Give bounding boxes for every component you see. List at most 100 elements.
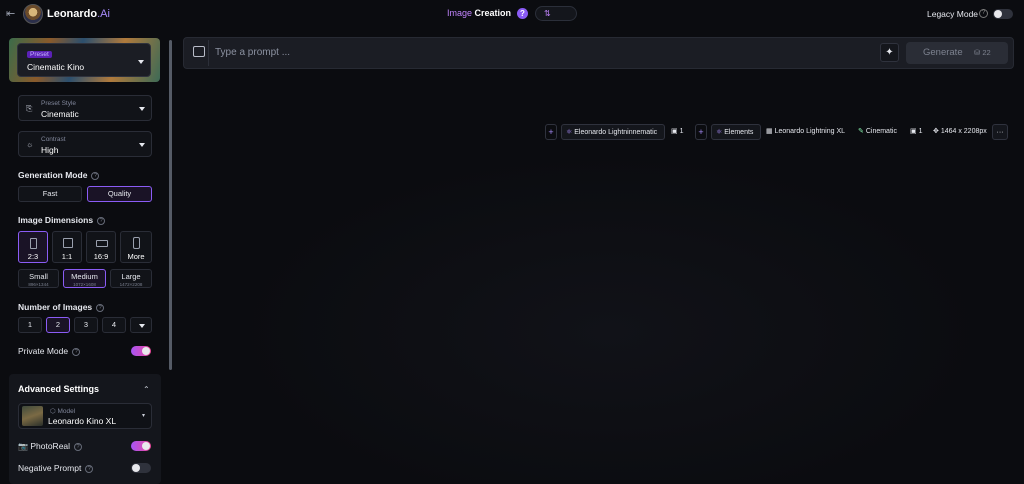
legacy-mode-toggle[interactable] (993, 9, 1013, 19)
model-name-label: Leonardo Lightning XL (774, 128, 846, 135)
ratio-2-3-button[interactable]: 2:3 (18, 231, 48, 263)
mode-quality-button[interactable]: Quality (87, 186, 152, 202)
model-value: Leonardo Kino XL (48, 416, 117, 426)
style-chip-label: Cinematic (865, 128, 897, 135)
image-upload-icon[interactable] (193, 46, 205, 57)
legacy-help-icon[interactable]: ? (979, 9, 988, 18)
negative-prompt-toggle[interactable] (131, 463, 151, 473)
private-mode-label: Private Mode? (18, 346, 81, 356)
number-of-images-title: Number of Images? (18, 302, 105, 312)
phone-shape-icon (133, 237, 140, 249)
preset-style-dropdown[interactable]: ⎘ Preset Style Cinematic (18, 95, 152, 121)
number-of-images-title-text: Number of Images (18, 302, 93, 312)
size-resolution: 1472×2208 (119, 282, 143, 287)
advanced-settings-title[interactable]: Advanced Settings (18, 384, 99, 394)
size-resolution: 896×1344 (28, 282, 49, 287)
more-options-icon[interactable]: ··· (992, 124, 1008, 140)
help-icon[interactable]: ? (96, 304, 105, 312)
model-thumbnail (22, 406, 43, 426)
model-label: ⬡ Model (50, 408, 76, 415)
model-name-chip[interactable]: ▦ Leonardo Lightning XL (766, 124, 845, 140)
page-title-creation: Creation (474, 8, 512, 18)
add-model-plus-icon[interactable]: + (545, 124, 557, 140)
size-label: Medium (71, 272, 98, 281)
photoreal-toggle[interactable] (131, 441, 151, 451)
ratio-label: 1:1 (61, 252, 73, 261)
landscape-shape-icon (96, 240, 108, 247)
mode-switcher[interactable]: ⇅ (535, 6, 577, 21)
image-dimensions-title: Image Dimensions? (18, 215, 106, 225)
image-count-chip[interactable]: ▣ 1 (671, 124, 683, 140)
token-cost-value: 22 (982, 48, 991, 57)
preset-style-label: Preset Style (41, 100, 77, 107)
help-icon[interactable]: ? (91, 172, 100, 180)
chevron-down-icon (139, 107, 145, 111)
chevron-down-icon: ▾ (142, 413, 146, 419)
generate-button[interactable]: Generate ⛁ 22 (906, 42, 1008, 64)
collapse-sidebar-icon[interactable]: ⇤ (6, 7, 15, 20)
page-title-image: Image (447, 8, 473, 18)
preset-chevron-icon (138, 60, 144, 64)
size-label: Small (29, 272, 48, 281)
image-dimensions-title-text: Image Dimensions (18, 215, 94, 225)
chevron-up-icon[interactable]: ⌃ (143, 385, 150, 394)
image-count-b-value: 1 (918, 128, 923, 135)
add-element-plus-icon[interactable]: + (695, 124, 707, 140)
generation-mode-title-text: Generation Mode (18, 170, 88, 180)
legacy-mode-label: Legacy Mode (927, 9, 979, 19)
atom-icon: ⚛ (566, 129, 573, 136)
contrast-label: Contrast (41, 136, 66, 143)
style-chip[interactable]: ✎ Cinematic (858, 124, 897, 140)
help-icon[interactable]: ? (97, 217, 106, 225)
contrast-dropdown[interactable]: ☼ Contrast High (18, 131, 152, 157)
model-chip-label: Eleonardo Lightninnematic (574, 129, 658, 136)
switch-icon: ⇅ (544, 9, 551, 18)
image-count-chip-b[interactable]: ▣ 1 (910, 124, 922, 140)
help-icon[interactable]: ? (85, 465, 94, 473)
generation-mode-title: Generation Mode? (18, 170, 100, 180)
help-icon[interactable]: ? (517, 8, 528, 19)
dimensions-label: 1464 x 2208px (940, 128, 987, 135)
chevron-down-icon (139, 143, 145, 147)
ratio-label: More (127, 252, 145, 261)
dimensions-chip[interactable]: ✥ 1464 x 2208px (933, 124, 987, 140)
sun-icon: ☼ (26, 140, 34, 149)
private-mode-toggle[interactable] (131, 346, 151, 356)
brand-name: Leonardo.Ai (47, 8, 110, 20)
negative-prompt-label: Negative Prompt? (18, 463, 94, 473)
size-large-button[interactable]: Large 1472×2208 (110, 269, 152, 288)
model-thumb-icon: ▦ (766, 128, 773, 135)
prompt-input[interactable] (215, 45, 855, 60)
private-mode-text: Private Mode (18, 346, 69, 356)
page-title: Image Creation (447, 8, 511, 18)
elements-chip[interactable]: ⚛ Elements (711, 124, 761, 140)
images-icon: ▣ (910, 128, 917, 135)
preset-style-value: Cinematic (41, 109, 79, 119)
help-icon[interactable]: ? (74, 443, 83, 451)
images-3-button[interactable]: 3 (74, 317, 98, 333)
ratio-16-9-button[interactable]: 16:9 (86, 231, 116, 263)
image-count-value: 1 (679, 128, 684, 135)
images-1-button[interactable]: 1 (18, 317, 42, 333)
sidebar-scrollbar[interactable] (169, 40, 172, 370)
move-arrows-icon: ✥ (933, 128, 939, 135)
images-2-button[interactable]: 2 (46, 317, 70, 333)
negative-prompt-text: Negative Prompt (18, 463, 82, 473)
help-icon[interactable]: ? (72, 348, 81, 356)
ratio-label: 16:9 (93, 252, 109, 261)
ratio-more-button[interactable]: More (120, 231, 152, 263)
elements-chip-label: Elements (724, 129, 754, 136)
size-small-button[interactable]: Small 896×1344 (18, 269, 59, 288)
mode-fast-button[interactable]: Fast (18, 186, 82, 202)
size-label: Large (121, 272, 141, 281)
prompt-enhance-sparkle-icon[interactable]: ✦ (880, 43, 899, 62)
size-medium-button[interactable]: Medium 1072×1608 (63, 269, 106, 288)
token-cost: ⛁ 22 (974, 48, 991, 57)
leonardo-logo[interactable] (23, 4, 43, 24)
top-bar: ⇤ Leonardo.Ai Image Creation ? ⇅ Legacy … (0, 0, 1024, 30)
images-4-button[interactable]: 4 (102, 317, 126, 333)
square-shape-icon (63, 238, 73, 248)
images-more-button[interactable] (130, 317, 152, 333)
model-chip[interactable]: ⚛ Eleonardo Lightninnematic (561, 124, 665, 140)
ratio-1-1-button[interactable]: 1:1 (52, 231, 82, 263)
